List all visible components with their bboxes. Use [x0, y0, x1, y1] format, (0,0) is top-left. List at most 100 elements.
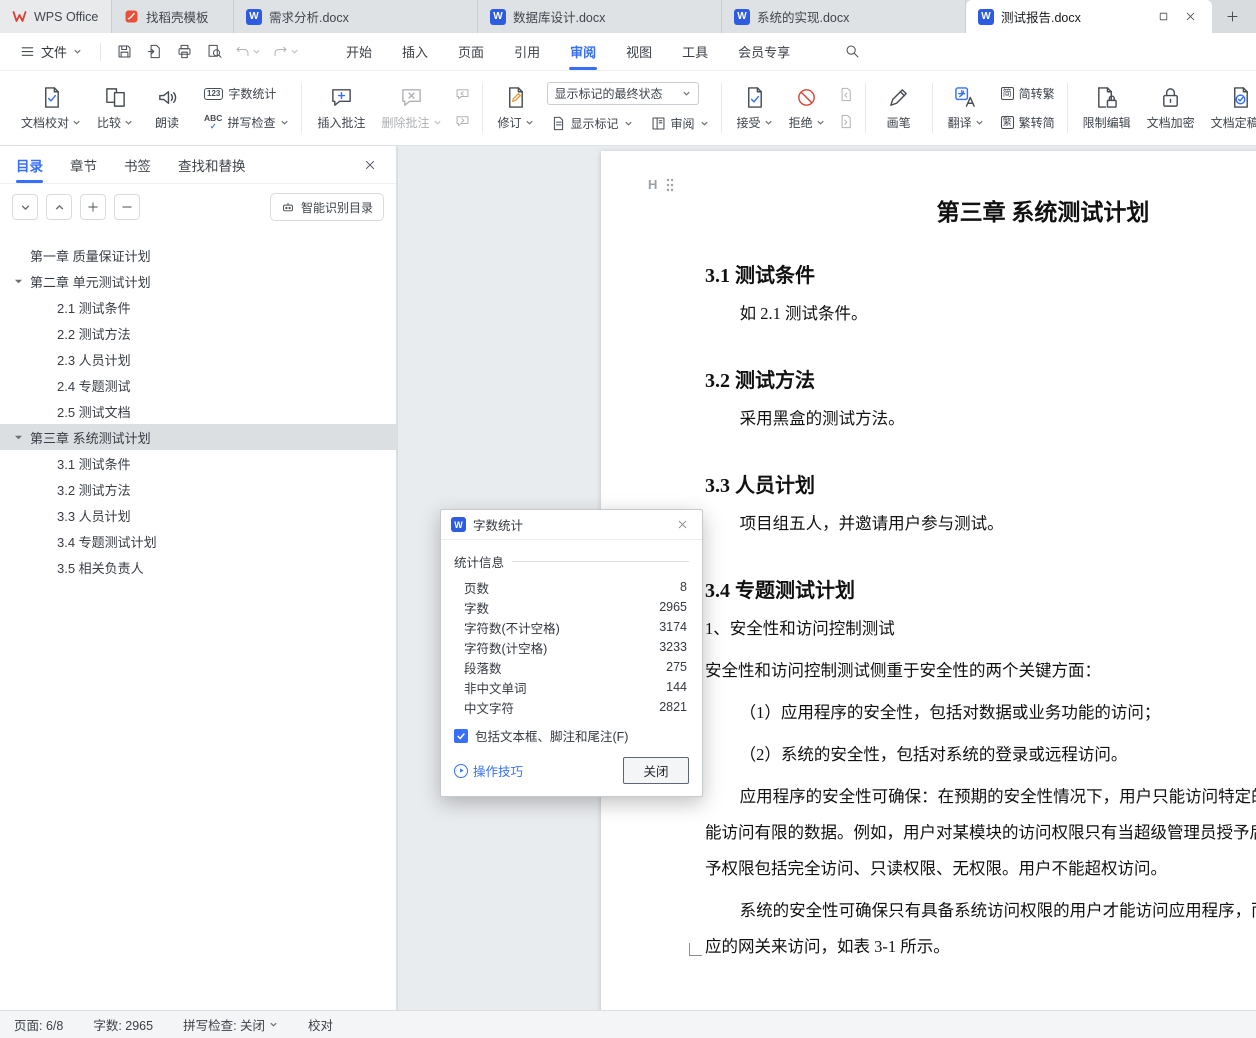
expand-arrow-icon[interactable] — [14, 433, 23, 442]
toc-item[interactable]: 3.5 相关负责人 — [0, 554, 396, 580]
markup-state-select[interactable]: 显示标记的最终状态 — [546, 82, 699, 105]
tab-tools[interactable]: 工具 — [667, 33, 723, 70]
toc-item[interactable]: 2.5 测试文档 — [0, 398, 396, 424]
tips-link[interactable]: 操作技巧 — [454, 761, 523, 780]
include-textbox-checkbox[interactable]: 包括文本框、脚注和尾注(F) — [454, 726, 689, 745]
compare-button[interactable]: 比较 — [90, 81, 140, 136]
panel-close-icon[interactable] — [360, 155, 380, 175]
smart-toc-button[interactable]: 智能识别目录 — [269, 193, 384, 221]
tab-list-button[interactable] — [1252, 7, 1256, 27]
save-button[interactable] — [111, 39, 137, 65]
word-count-indicator[interactable]: 字数: 2965 — [93, 1015, 153, 1034]
next-change-button[interactable] — [834, 112, 857, 131]
doc-tab-test-report-active[interactable]: 测试报告.docx — [966, 0, 1212, 33]
toc-item[interactable]: 第一章 质量保证计划 — [0, 242, 396, 268]
spell-check-button[interactable]: ABC ✓ 拼写检查 — [200, 112, 293, 133]
fan-icon: 繁 — [1000, 115, 1014, 130]
finalize-document-button[interactable]: 文档定稿 — [1204, 81, 1256, 136]
tab-reference[interactable]: 引用 — [499, 33, 555, 70]
print-button[interactable] — [171, 39, 197, 65]
heading-marker-icon — [648, 177, 657, 192]
show-markup-button[interactable]: 显示标记 — [547, 113, 637, 134]
insert-comment-button[interactable]: 插入批注 — [310, 81, 372, 136]
detach-window-icon[interactable] — [1153, 7, 1173, 27]
docer-icon — [125, 10, 138, 23]
toc-item[interactable]: 3.4 专题测试计划 — [0, 528, 396, 554]
dialog-close-icon[interactable] — [672, 515, 692, 535]
delete-comment-button[interactable]: 删除批注 — [374, 81, 448, 136]
wps-office-tab[interactable]: WPS Office — [0, 0, 112, 33]
doc-tab-database-design[interactable]: 数据库设计.docx — [478, 0, 722, 33]
pen-button[interactable]: 画笔 — [874, 81, 924, 136]
chevron-down-icon — [816, 120, 824, 125]
close-tab-icon[interactable] — [1180, 7, 1200, 27]
toc-item[interactable]: 2.4 专题测试 — [0, 372, 396, 398]
translate-button[interactable]: 翻译 — [941, 81, 991, 136]
file-menu-button[interactable]: 文件 — [10, 38, 92, 66]
doc-proof-button[interactable]: 文档校对 — [14, 81, 88, 136]
tab-view[interactable]: 视图 — [611, 33, 667, 70]
previous-comment-button[interactable] — [451, 85, 474, 104]
previous-change-button[interactable] — [834, 85, 857, 104]
toc-item[interactable]: 第二章 单元测试计划 — [0, 268, 396, 294]
dialog-title-bar[interactable]: 字数统计 — [441, 510, 702, 540]
panel-tab-chapters[interactable]: 章节 — [70, 146, 97, 183]
doc-tab-system-implementation[interactable]: 系统的实现.docx — [722, 0, 966, 33]
stats-group-label: 统计信息 — [454, 552, 689, 571]
paragraph: 如 2.1 测试条件。 — [739, 304, 868, 323]
toc-item[interactable]: 3.3 人员计划 — [0, 502, 396, 528]
next-comment-icon — [456, 116, 468, 127]
zoom-out-outline-button[interactable] — [114, 194, 140, 220]
redo-button[interactable] — [269, 39, 303, 65]
toc-item-selected[interactable]: 第三章 系统测试计划 — [0, 424, 396, 450]
track-changes-button[interactable]: 修订 — [491, 81, 541, 136]
checkbox-checked-icon — [454, 728, 468, 743]
docer-template-tab[interactable]: 找稻壳模板 — [112, 0, 234, 33]
dialog-close-button[interactable]: 关闭 — [623, 757, 689, 784]
accept-change-button[interactable]: 接受 — [730, 81, 780, 136]
toc-item[interactable]: 2.1 测试条件 — [0, 294, 396, 320]
restrict-editing-icon — [1098, 86, 1117, 108]
toc-item[interactable]: 3.2 测试方法 — [0, 476, 396, 502]
toc-item[interactable]: 2.2 测试方法 — [0, 320, 396, 346]
word-count-icon: 123 — [204, 87, 224, 100]
restrict-editing-button[interactable]: 限制编辑 — [1076, 81, 1138, 136]
proofread-button[interactable]: 校对 — [308, 1015, 333, 1034]
simplified-to-traditional-button[interactable]: 简 简转繁 — [997, 83, 1059, 104]
tab-label: 测试报告.docx — [1001, 11, 1081, 25]
expand-arrow-icon[interactable] — [14, 277, 23, 286]
panel-tab-find-replace[interactable]: 查找和替换 — [178, 146, 246, 183]
review-ribbon: 文档校对 比较 朗读 123 字数统计 ABC ✓ 拼写检查 插入批注 删除批注… — [0, 71, 1256, 146]
review-pane-button[interactable]: 审阅 — [647, 113, 713, 134]
collapse-all-button[interactable] — [12, 194, 38, 220]
expand-all-button[interactable] — [46, 194, 72, 220]
tab-page[interactable]: 页面 — [443, 33, 499, 70]
zoom-in-outline-button[interactable] — [80, 194, 106, 220]
toc-item[interactable]: 3.1 测试条件 — [0, 450, 396, 476]
undo-button[interactable] — [231, 39, 265, 65]
next-comment-button[interactable] — [451, 112, 474, 131]
search-button[interactable] — [839, 39, 865, 65]
tab-insert[interactable]: 插入 — [387, 33, 443, 70]
reject-change-button[interactable]: 拒绝 — [782, 81, 832, 136]
spell-check-indicator[interactable]: 拼写检查: 关闭 — [183, 1015, 278, 1034]
new-tab-button[interactable] — [1222, 7, 1242, 27]
print-preview-button[interactable] — [201, 39, 227, 65]
paragraph: 采用黑盒的测试方法。 — [739, 409, 905, 428]
read-aloud-button[interactable]: 朗读 — [142, 81, 192, 136]
panel-tab-contents[interactable]: 目录 — [16, 146, 43, 183]
tab-home[interactable]: 开始 — [331, 33, 387, 70]
heading-drag-handle[interactable] — [648, 177, 675, 192]
tab-review[interactable]: 审阅 — [555, 33, 611, 70]
encrypt-document-button[interactable]: 文档加密 — [1140, 81, 1202, 136]
stat-row: 字符数(不计空格) 3174 — [464, 620, 687, 636]
chevron-down-icon — [624, 121, 632, 126]
export-button[interactable] — [141, 39, 167, 65]
panel-tab-bookmarks[interactable]: 书签 — [124, 146, 151, 183]
toc-item[interactable]: 2.3 人员计划 — [0, 346, 396, 372]
tab-member[interactable]: 会员专享 — [723, 33, 805, 70]
traditional-to-simplified-button[interactable]: 繁 繁转简 — [997, 112, 1059, 133]
word-count-button[interactable]: 123 字数统计 — [200, 83, 293, 104]
page-indicator[interactable]: 页面: 6/8 — [14, 1015, 63, 1034]
doc-tab-requirements[interactable]: 需求分析.docx — [234, 0, 478, 33]
